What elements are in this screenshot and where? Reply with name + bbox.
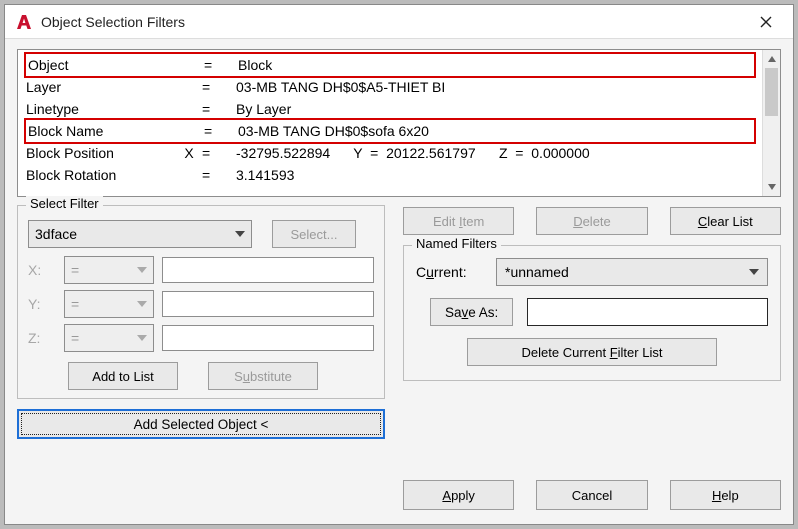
- filter-list-row[interactable]: Block PositionX= -32795.522894 Y = 20122…: [26, 142, 754, 164]
- edit-item-label: Edit Item: [433, 214, 484, 229]
- help-label: Help: [712, 488, 739, 503]
- z-label: Z:: [28, 330, 56, 346]
- add-to-list-label: Add to List: [92, 369, 153, 384]
- filter-type-value: 3dface: [35, 226, 77, 242]
- y-label: Y:: [28, 296, 56, 312]
- clear-list-button[interactable]: Clear List: [670, 207, 781, 235]
- current-label: Current:: [416, 264, 482, 280]
- close-button[interactable]: [749, 7, 783, 37]
- substitute-label: Substitute: [234, 369, 292, 384]
- client-area: Object= BlockLayer= 03-MB TANG DH$0$A5-T…: [5, 39, 793, 524]
- z-op-value: =: [71, 330, 79, 346]
- current-filter-combo[interactable]: *unnamed: [496, 258, 768, 286]
- scroll-thumb[interactable]: [765, 68, 778, 116]
- y-value-input[interactable]: [162, 291, 374, 317]
- filter-list-content: Object= BlockLayer= 03-MB TANG DH$0$A5-T…: [18, 50, 762, 196]
- add-to-list-button[interactable]: Add to List: [68, 362, 178, 390]
- save-as-input[interactable]: [527, 298, 768, 326]
- scrollbar[interactable]: [762, 50, 780, 196]
- y-op-combo: =: [64, 290, 154, 318]
- z-value-input[interactable]: [162, 325, 374, 351]
- x-value-input[interactable]: [162, 257, 374, 283]
- chevron-down-icon: [137, 301, 147, 307]
- filter-list-row[interactable]: Layer= 03-MB TANG DH$0$A5-THIET BI: [26, 76, 754, 98]
- delete-button: Delete: [536, 207, 647, 235]
- y-op-value: =: [71, 296, 79, 312]
- delete-label: Delete: [573, 214, 611, 229]
- apply-button[interactable]: Apply: [403, 480, 514, 510]
- clear-list-label: Clear List: [698, 214, 753, 229]
- scroll-up-icon[interactable]: [763, 50, 780, 68]
- delete-current-filter-button[interactable]: Delete Current Filter List: [467, 338, 717, 366]
- lower-area: Select Filter 3dface Select...: [17, 205, 781, 510]
- x-op-value: =: [71, 262, 79, 278]
- filter-type-combo[interactable]: 3dface: [28, 220, 252, 248]
- left-column: Select Filter 3dface Select...: [17, 205, 385, 510]
- edit-item-button: Edit Item: [403, 207, 514, 235]
- substitute-button: Substitute: [208, 362, 318, 390]
- filter-list-row[interactable]: Block Rotation= 3.141593: [26, 164, 754, 186]
- current-filter-value: *unnamed: [505, 264, 569, 280]
- chevron-down-icon: [137, 335, 147, 341]
- autocad-icon: [15, 13, 33, 31]
- select-filter-legend: Select Filter: [26, 196, 103, 211]
- chevron-down-icon: [137, 267, 147, 273]
- add-selected-label: Add Selected Object <: [134, 417, 269, 432]
- dialog-window: Object Selection Filters Object= BlockLa…: [4, 4, 794, 525]
- x-op-combo: =: [64, 256, 154, 284]
- filter-list[interactable]: Object= BlockLayer= 03-MB TANG DH$0$A5-T…: [17, 49, 781, 197]
- named-filters-legend: Named Filters: [412, 236, 501, 251]
- apply-label: Apply: [442, 488, 475, 503]
- add-selected-object-button[interactable]: Add Selected Object <: [17, 409, 385, 439]
- chevron-down-icon: [749, 269, 759, 275]
- scroll-down-icon[interactable]: [763, 178, 780, 196]
- title-bar: Object Selection Filters: [5, 5, 793, 39]
- help-button[interactable]: Help: [670, 480, 781, 510]
- window-title: Object Selection Filters: [41, 14, 749, 30]
- named-filters-group: Named Filters Current: *unnamed Save As:: [403, 245, 781, 381]
- save-as-button[interactable]: Save As:: [430, 298, 513, 326]
- select-button: Select...: [272, 220, 356, 248]
- right-column: Edit Item Delete Clear List Named Filter…: [403, 205, 781, 510]
- delete-current-filter-label: Delete Current Filter List: [522, 345, 663, 360]
- x-label: X:: [28, 262, 56, 278]
- z-op-combo: =: [64, 324, 154, 352]
- filter-list-row[interactable]: Object= Block: [24, 52, 756, 78]
- select-filter-group: Select Filter 3dface Select...: [17, 205, 385, 399]
- select-button-label: Select...: [291, 227, 338, 242]
- save-as-label: Save As:: [445, 305, 498, 320]
- filter-list-row[interactable]: Block Name= 03-MB TANG DH$0$sofa 6x20: [24, 118, 756, 144]
- cancel-button[interactable]: Cancel: [536, 480, 647, 510]
- cancel-label: Cancel: [572, 488, 612, 503]
- chevron-down-icon: [235, 231, 245, 237]
- filter-list-row[interactable]: Linetype= By Layer: [26, 98, 754, 120]
